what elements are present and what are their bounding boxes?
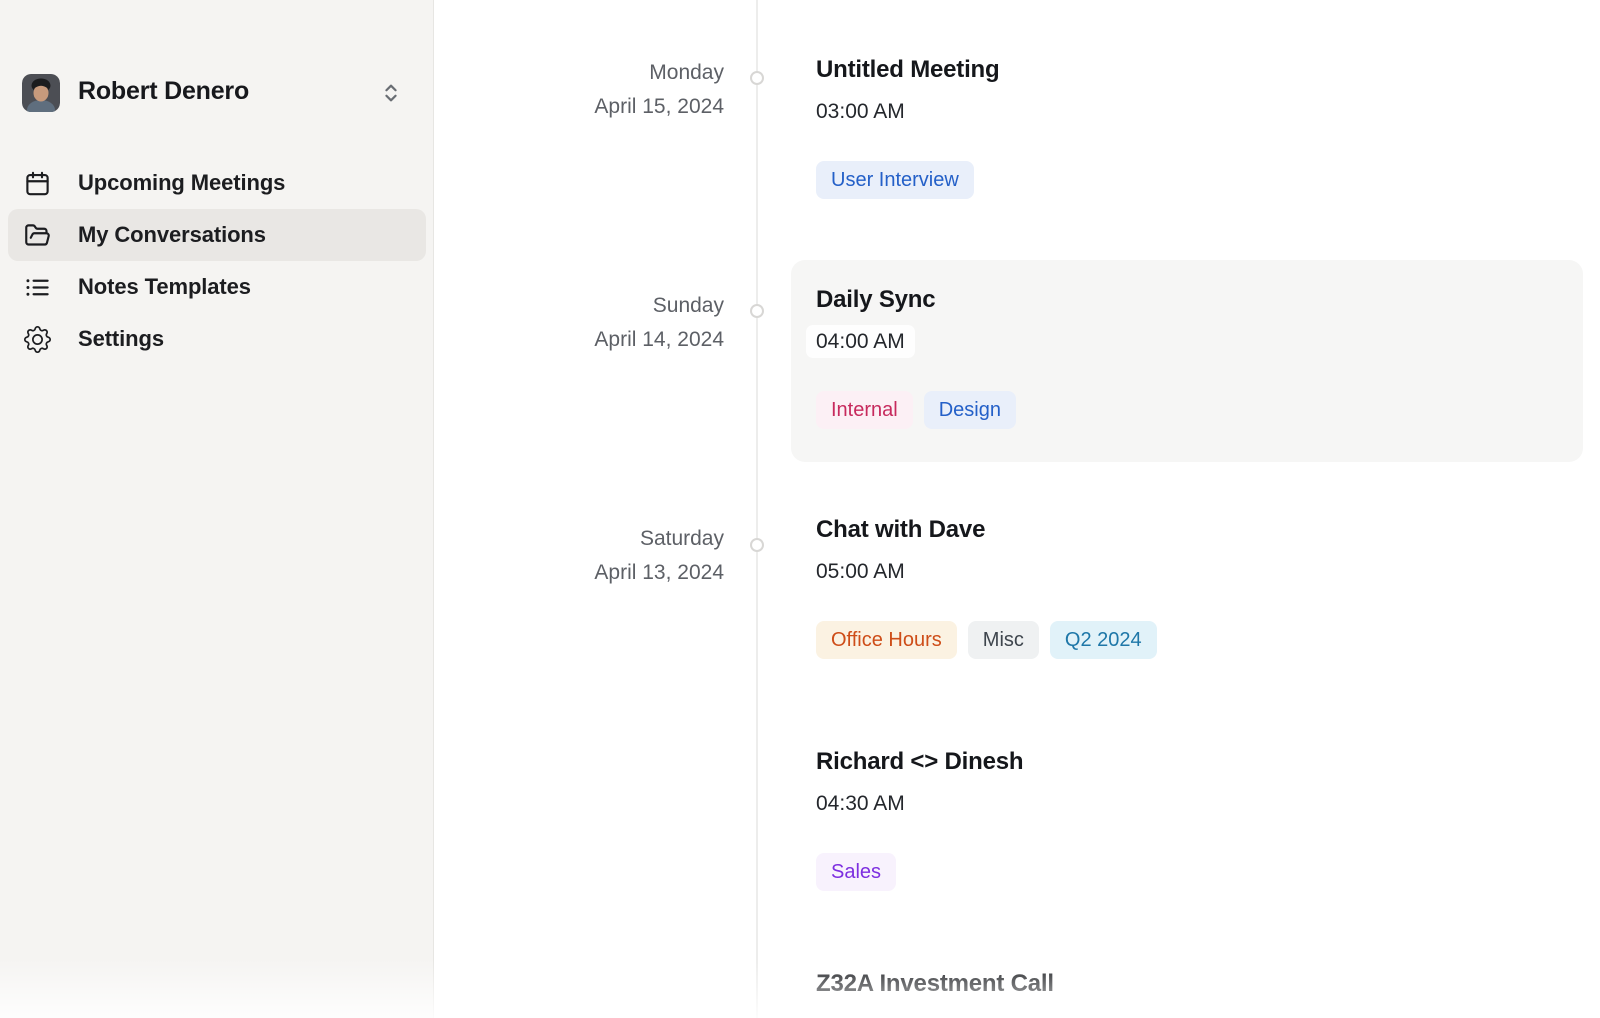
timeline-dot: [750, 304, 764, 318]
sidebar-nav: Upcoming Meetings My Conversations: [8, 157, 426, 365]
sidebar-item-my-conversations[interactable]: My Conversations: [8, 209, 426, 261]
timeline-dot: [750, 71, 764, 85]
date-day: Sunday: [435, 289, 724, 323]
tag[interactable]: Internal: [816, 391, 913, 429]
sidebar-item-label: Notes Templates: [78, 274, 251, 300]
date-text: April 13, 2024: [435, 556, 724, 590]
meeting-card[interactable]: Z32A Investment Call: [791, 944, 1583, 1018]
sidebar-item-settings[interactable]: Settings: [8, 313, 426, 365]
conversations-timeline: Monday April 15, 2024 Sunday April 14, 2…: [435, 0, 1600, 1018]
meeting-tags: Sales: [816, 853, 1558, 891]
meeting-title: Richard <> Dinesh: [816, 748, 1558, 776]
tag[interactable]: Q2 2024: [1050, 621, 1157, 659]
date-label: Monday April 15, 2024: [435, 56, 724, 124]
sidebar-item-upcoming-meetings[interactable]: Upcoming Meetings: [8, 157, 426, 209]
date-day: Monday: [435, 56, 724, 90]
calendar-icon: [24, 170, 51, 197]
timeline-dot: [750, 538, 764, 552]
meeting-time: 04:00 AM: [816, 330, 1558, 354]
meeting-tags: User Interview: [816, 161, 1558, 199]
sidebar-item-label: My Conversations: [78, 222, 266, 248]
sidebar-item-notes-templates[interactable]: Notes Templates: [8, 261, 426, 313]
meeting-tags: Internal Design: [816, 391, 1558, 429]
list-icon: [24, 274, 51, 301]
meeting-tags: Office Hours Misc Q2 2024: [816, 621, 1558, 659]
date-day: Saturday: [435, 522, 724, 556]
user-profile[interactable]: Robert Denero: [0, 70, 434, 116]
timeline-line: [756, 0, 758, 1018]
tag[interactable]: User Interview: [816, 161, 974, 199]
meeting-title: Daily Sync: [816, 286, 1558, 314]
meeting-card[interactable]: Richard <> Dinesh 04:30 AM Sales: [791, 722, 1583, 917]
tag[interactable]: Design: [924, 391, 1016, 429]
meeting-time: 04:30 AM: [816, 792, 1558, 816]
user-name: Robert Denero: [78, 77, 249, 106]
tag[interactable]: Sales: [816, 853, 896, 891]
tag[interactable]: Misc: [968, 621, 1039, 659]
gear-icon: [24, 326, 51, 353]
meeting-time: 05:00 AM: [816, 560, 1558, 584]
sidebar: Robert Denero Upcoming Meetings: [0, 0, 434, 1018]
sidebar-item-label: Upcoming Meetings: [78, 170, 285, 196]
date-text: April 14, 2024: [435, 323, 724, 357]
date-label: Sunday April 14, 2024: [435, 289, 724, 357]
folder-icon: [24, 222, 51, 249]
meeting-time: 03:00 AM: [816, 100, 1558, 124]
sidebar-item-label: Settings: [78, 326, 164, 352]
tag[interactable]: Office Hours: [816, 621, 957, 659]
meeting-card[interactable]: Chat with Dave 05:00 AM Office Hours Mis…: [791, 490, 1583, 685]
date-text: April 15, 2024: [435, 90, 724, 124]
meeting-title: Chat with Dave: [816, 516, 1558, 544]
meeting-title: Z32A Investment Call: [816, 970, 1558, 998]
chevron-up-down-icon[interactable]: [380, 80, 402, 106]
meeting-title: Untitled Meeting: [816, 56, 1558, 84]
meeting-card[interactable]: Untitled Meeting 03:00 AM User Interview: [791, 30, 1583, 225]
meeting-card[interactable]: Daily Sync 04:00 AM Internal Design: [791, 260, 1583, 462]
date-label: Saturday April 13, 2024: [435, 522, 724, 590]
avatar: [22, 74, 60, 112]
app-window: Robert Denero Upcoming Meetings: [0, 0, 1600, 1018]
